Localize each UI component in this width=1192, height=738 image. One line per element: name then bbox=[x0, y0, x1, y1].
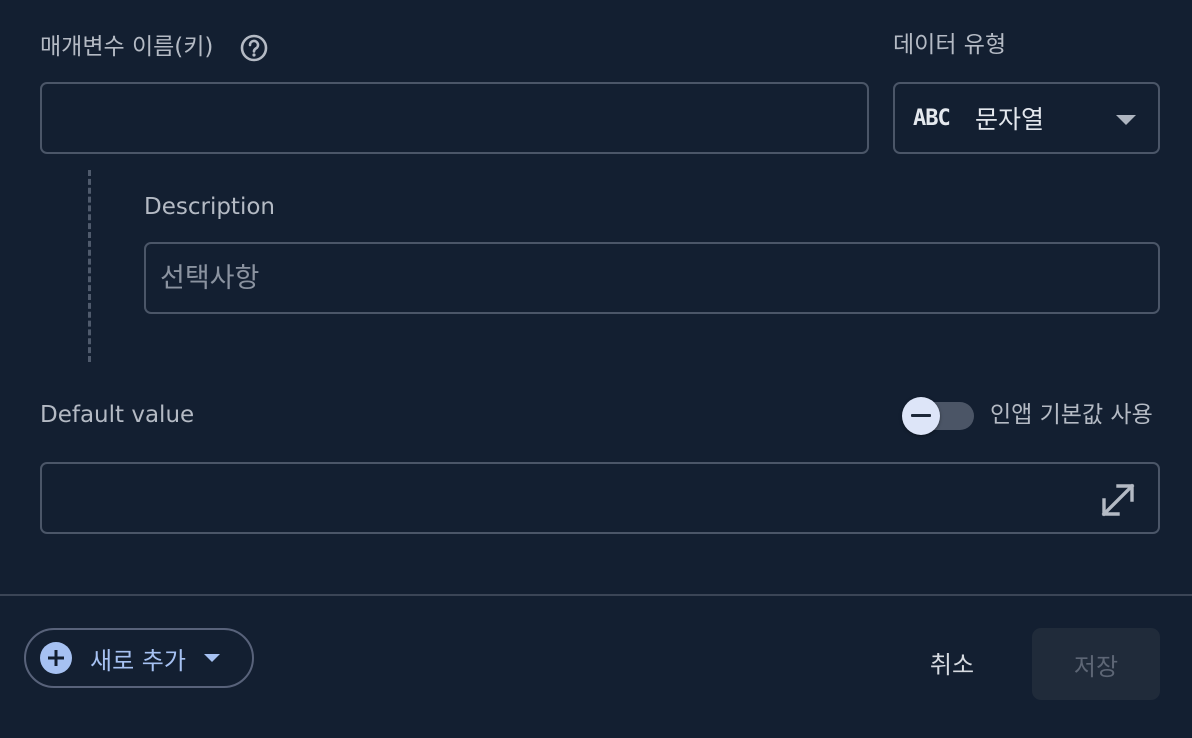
param-name-input[interactable] bbox=[42, 84, 867, 152]
param-name-field-wrapper bbox=[40, 82, 869, 154]
cancel-button[interactable]: 취소 bbox=[906, 632, 998, 692]
save-button[interactable]: 저장 bbox=[1032, 628, 1160, 700]
abc-icon: ABC bbox=[913, 105, 951, 131]
description-field-wrapper bbox=[144, 242, 1160, 314]
data-type-label: 데이터 유형 bbox=[893, 32, 1007, 58]
default-value-input[interactable] bbox=[42, 464, 1158, 532]
description-input[interactable] bbox=[146, 244, 1158, 312]
footer-divider bbox=[0, 594, 1192, 596]
default-value-label: Default value bbox=[40, 402, 195, 428]
minus-icon bbox=[911, 414, 931, 417]
in-app-default-label: 인앱 기본값 사용 bbox=[990, 402, 1153, 428]
param-name-label: 매개변수 이름(키) bbox=[40, 34, 214, 60]
description-indent-line bbox=[88, 170, 91, 362]
chevron-down-icon bbox=[1116, 115, 1136, 125]
in-app-default-toggle[interactable] bbox=[900, 396, 976, 436]
parameter-editor-dialog: 매개변수 이름(키) 데이터 유형 ABC 문자열 Description De… bbox=[0, 0, 1192, 738]
add-circle-icon bbox=[40, 642, 72, 674]
data-type-select[interactable]: ABC 문자열 bbox=[893, 82, 1160, 154]
add-new-button[interactable]: 새로 추가 bbox=[24, 628, 254, 688]
help-icon[interactable] bbox=[240, 34, 268, 62]
toggle-knob bbox=[902, 397, 940, 435]
data-type-value: 문자열 bbox=[975, 105, 1045, 134]
chevron-down-icon bbox=[203, 654, 220, 662]
add-new-label: 새로 추가 bbox=[90, 646, 186, 675]
description-label: Description bbox=[144, 194, 275, 220]
expand-icon[interactable] bbox=[1098, 480, 1138, 520]
default-value-field-wrapper bbox=[40, 462, 1160, 534]
